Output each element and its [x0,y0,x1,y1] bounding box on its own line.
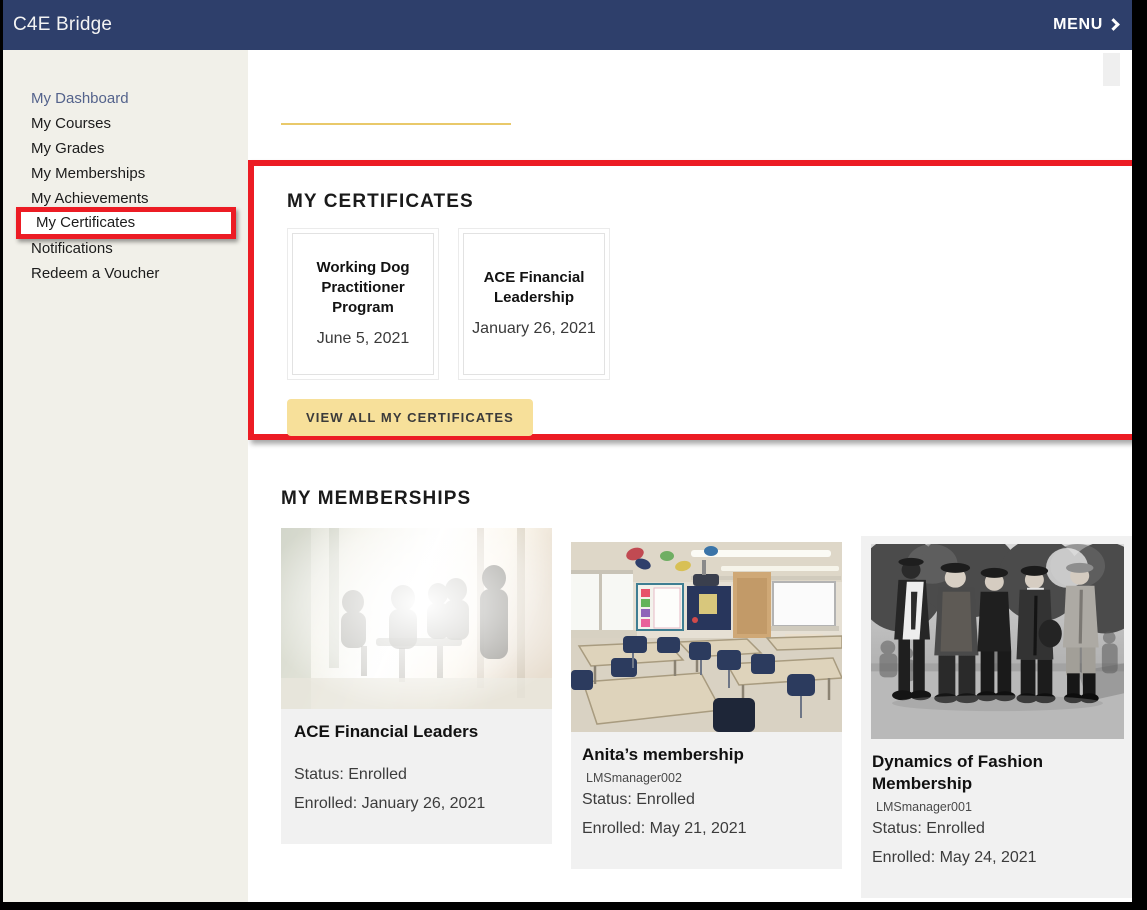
chevron-right-icon [1107,18,1120,31]
certificate-name: ACE Financial Leadership [483,269,585,306]
my-certificates-section: MY CERTIFICATES Working Dog Practitioner… [254,166,1132,436]
memberships-card-list: ACE Financial Leaders Status: Enrolled E… [281,528,1132,898]
sidebar-item-notifications[interactable]: Notifications [3,236,248,261]
app-header: C4E Bridge MENU [3,0,1132,50]
sidebar-nav: My Dashboard My Courses My Grades My Mem… [3,50,248,902]
photo-bw-vintage-men-coats [871,544,1124,739]
photo-classroom-desks [571,542,842,732]
membership-body: ACE Financial Leaders Status: Enrolled E… [281,709,552,844]
certificate-card-inner: Working Dog Practitioner Program June 5,… [292,233,434,375]
sidebar-item-my-memberships[interactable]: My Memberships [3,161,248,186]
app-title: C4E Bridge [13,14,113,35]
sidebar-item-my-certificates-highlight[interactable]: My Certificates [16,207,236,239]
membership-status: Status: Enrolled [582,791,695,808]
sidebar-item-my-certificates[interactable]: My Certificates [21,212,231,234]
membership-owner: LMSmanager002 [586,771,682,785]
menu-button[interactable]: MENU [1053,16,1124,34]
memberships-heading: MY MEMBERSHIPS [281,488,472,509]
membership-thumbnail [281,528,552,709]
sidebar-item-redeem-a-voucher[interactable]: Redeem a Voucher [3,261,248,286]
membership-title: Dynamics of Fashion Membership [872,752,1043,793]
gold-divider [281,123,511,125]
membership-card[interactable]: Dynamics of Fashion Membership LMSmanage… [861,536,1132,898]
membership-enrolled-date: Enrolled: May 21, 2021 [582,820,747,837]
certificates-heading: MY CERTIFICATES [287,191,474,212]
certificate-name: Working Dog Practitioner Program [316,259,410,316]
sidebar-item-my-courses[interactable]: My Courses [3,111,248,136]
membership-owner: LMSmanager001 [876,800,972,814]
view-all-certificates-button[interactable]: VIEW ALL MY CERTIFICATES [287,399,533,436]
membership-body: Dynamics of Fashion Membership LMSmanage… [861,739,1132,898]
photo-bright-meeting-room [281,528,552,709]
my-certificates-section-highlight: MY CERTIFICATES Working Dog Practitioner… [248,160,1132,440]
sidebar-item-my-dashboard[interactable]: My Dashboard [3,86,248,111]
membership-enrolled-date: Enrolled: May 24, 2021 [872,849,1037,866]
certificates-card-list: Working Dog Practitioner Program June 5,… [287,228,1132,380]
partial-section-above [248,50,1132,160]
main-content: MY CERTIFICATES Working Dog Practitioner… [248,50,1132,902]
my-memberships-section: MY MEMBERSHIPS ACE Financial Leaders Sta… [248,450,1132,902]
certificate-card-inner: ACE Financial Leadership January 26, 202… [463,233,605,375]
certificate-card[interactable]: Working Dog Practitioner Program June 5,… [287,228,439,380]
membership-enrolled-date: Enrolled: January 26, 2021 [294,795,486,812]
membership-thumbnail [571,542,842,732]
membership-status: Status: Enrolled [294,766,407,783]
screenshot-frame: C4E Bridge MENU My Dashboard My Courses … [0,0,1147,910]
membership-title: ACE Financial Leaders [294,722,479,741]
certificate-date: January 26, 2021 [472,320,596,337]
membership-status: Status: Enrolled [872,820,985,837]
membership-body: Anita’s membership LMSmanager002 Status:… [571,732,842,869]
vertical-scrollbar-thumb[interactable] [1103,53,1120,86]
certificate-card[interactable]: ACE Financial Leadership January 26, 202… [458,228,610,380]
membership-title: Anita’s membership [582,745,744,764]
membership-card[interactable]: Anita’s membership LMSmanager002 Status:… [571,542,842,869]
certificate-date: June 5, 2021 [316,330,410,347]
membership-thumbnail [861,536,1132,739]
sidebar-item-my-grades[interactable]: My Grades [3,136,248,161]
menu-label: MENU [1053,16,1103,33]
membership-card[interactable]: ACE Financial Leaders Status: Enrolled E… [281,528,552,844]
